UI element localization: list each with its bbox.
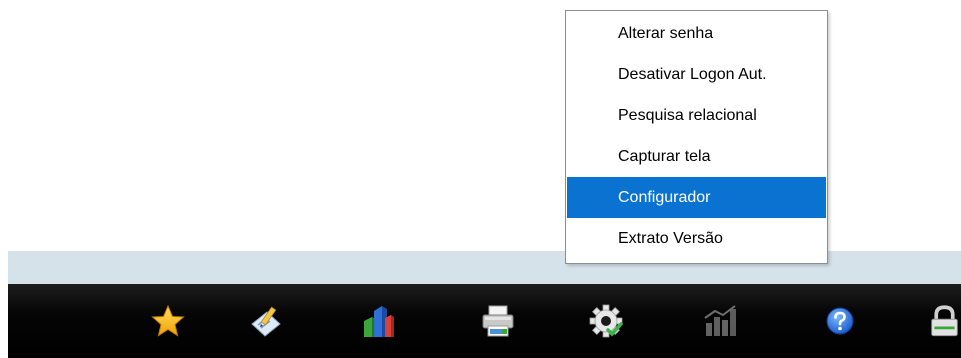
gear-check-icon [589,304,623,338]
star-icon [151,304,185,337]
print-button[interactable] [478,301,518,341]
buildings-icon [364,306,394,337]
context-menu: Alterar senha Desativar Logon Aut. Pesqu… [565,10,828,264]
bottom-toolbar [8,284,961,358]
lock-icon [931,305,958,337]
notes-button[interactable] [246,301,286,341]
menu-item-capturar-tela[interactable]: Capturar tela [567,136,826,177]
menu-item-pesquisa-relacional[interactable]: Pesquisa relacional [567,95,826,136]
menu-item-alterar-senha[interactable]: Alterar senha [567,13,826,54]
favorites-button[interactable] [148,301,188,341]
help-icon [826,307,854,335]
chart-icon [704,305,736,336]
printer-icon [482,305,514,337]
companies-button[interactable] [358,301,398,341]
logout-button[interactable] [928,301,961,341]
settings-button[interactable] [586,301,626,341]
reports-button[interactable] [700,301,740,341]
menu-item-configurador[interactable]: Configurador [567,177,826,218]
menu-item-extrato-versao[interactable]: Extrato Versão [567,218,826,259]
help-button[interactable] [820,301,860,341]
menu-item-desativar-logon[interactable]: Desativar Logon Aut. [567,54,826,95]
notepad-pen-icon [251,306,281,337]
